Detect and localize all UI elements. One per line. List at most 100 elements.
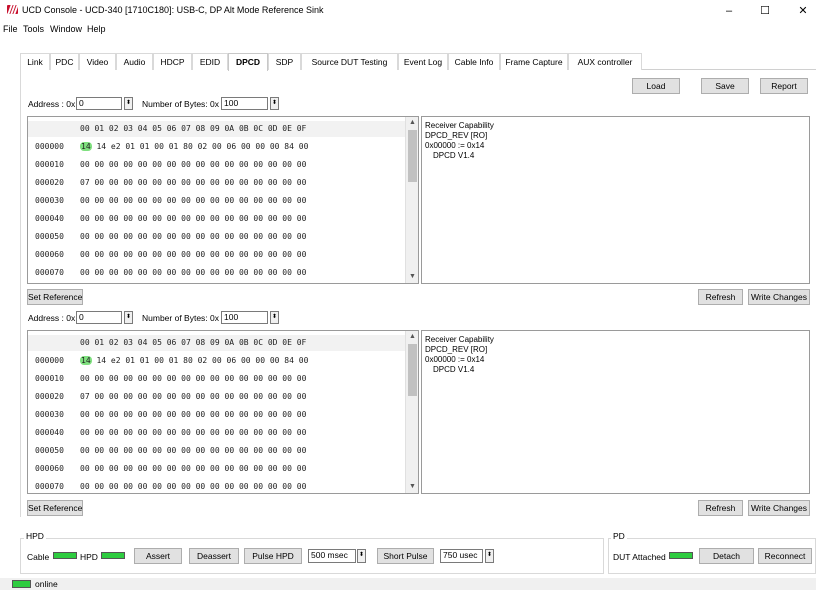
hex-row-bytes: 00 00 00 00 00 00 00 00 00 00 00 00 00 0…: [89, 374, 307, 383]
hex-row-address: 000010: [35, 160, 64, 169]
hex-view[interactable]: 00 01 02 03 04 05 06 07 08 09 0A 0B 0C 0…: [27, 330, 419, 494]
tab-cable-info[interactable]: Cable Info: [448, 53, 500, 70]
online-status-indicator: [12, 580, 31, 588]
hex-row-bytes: 00 00 00 00 00 00 00 00 00 00 00 00 00 0…: [89, 446, 307, 455]
hex-byte[interactable]: 00: [80, 482, 90, 491]
write-changes-button[interactable]: Write Changes: [748, 289, 810, 305]
hex-row-bytes: 00 00 00 00 00 00 00 00 00 00 00 00 00 0…: [89, 160, 307, 169]
save-button[interactable]: Save: [701, 78, 749, 94]
tab-event-log[interactable]: Event Log: [398, 53, 448, 70]
assert-button[interactable]: Assert: [134, 548, 182, 564]
hex-row-bytes: 00 00 00 00 00 00 00 00 00 00 00 00 00 0…: [89, 196, 307, 205]
hex-row-address: 000070: [35, 268, 64, 277]
bytes-input[interactable]: 100: [221, 97, 268, 110]
hex-byte[interactable]: 00: [80, 428, 90, 437]
tab-hdcp[interactable]: HDCP: [153, 53, 192, 70]
menu-tools[interactable]: Tools: [23, 24, 44, 34]
hex-byte[interactable]: 00: [80, 268, 90, 277]
set-reference-button[interactable]: Set Reference: [27, 289, 83, 305]
hex-row-address: 000000: [35, 142, 64, 151]
hex-row-address: 000040: [35, 428, 64, 437]
report-button[interactable]: Report: [760, 78, 808, 94]
bytes-input[interactable]: 100: [221, 311, 268, 324]
maximize-button[interactable]: ☐: [750, 2, 780, 20]
minimize-button[interactable]: –: [714, 2, 744, 20]
hex-view[interactable]: 00 01 02 03 04 05 06 07 08 09 0A 0B 0C 0…: [27, 116, 419, 284]
short-duration-select[interactable]: 750 usec: [440, 549, 483, 563]
hex-row-address: 000070: [35, 482, 64, 491]
pulse-duration-select[interactable]: 500 msec: [308, 549, 356, 563]
hex-row-bytes: 00 00 00 00 00 00 00 00 00 00 00 00 00 0…: [89, 392, 307, 401]
pulse-duration-spinner[interactable]: ⬍: [357, 549, 366, 563]
app-logo-icon: [7, 5, 19, 14]
hex-row-bytes: 14 e2 01 01 00 01 80 02 00 06 00 00 00 8…: [91, 142, 309, 151]
hex-header: 00 01 02 03 04 05 06 07 08 09 0A 0B 0C 0…: [80, 338, 307, 347]
hex-byte[interactable]: 00: [80, 160, 90, 169]
scroll-down-icon[interactable]: ▼: [406, 271, 418, 283]
reconnect-button[interactable]: Reconnect: [758, 548, 812, 564]
address-spinner[interactable]: ⬍: [124, 311, 133, 324]
short-duration-spinner[interactable]: ⬍: [485, 549, 494, 563]
tab-source-dut-testing[interactable]: Source DUT Testing: [301, 53, 398, 70]
refresh-button[interactable]: Refresh: [698, 289, 743, 305]
info-line: DPCD V1.4: [433, 151, 475, 160]
tab-video[interactable]: Video: [79, 53, 116, 70]
tab-link[interactable]: Link: [20, 53, 50, 70]
hex-selected-byte[interactable]: 14: [80, 142, 92, 151]
hex-row-address: 000050: [35, 446, 64, 455]
hex-byte[interactable]: 07: [80, 392, 90, 401]
hpd-status-indicator: [101, 552, 125, 559]
menu-bar: File Tools Window Help: [0, 21, 816, 37]
hex-byte[interactable]: 00: [80, 196, 90, 205]
hex-row-address: 000040: [35, 214, 64, 223]
address-input[interactable]: 0: [76, 97, 122, 110]
tab-edid[interactable]: EDID: [192, 53, 228, 70]
pulse-hpd-button[interactable]: Pulse HPD: [244, 548, 302, 564]
short-pulse-button[interactable]: Short Pulse: [377, 548, 434, 564]
load-button[interactable]: Load: [632, 78, 680, 94]
hex-row-address: 000050: [35, 232, 64, 241]
deassert-button[interactable]: Deassert: [189, 548, 239, 564]
hex-byte[interactable]: 00: [80, 232, 90, 241]
hex-row-bytes: 00 00 00 00 00 00 00 00 00 00 00 00 00 0…: [89, 268, 307, 277]
hex-byte[interactable]: 00: [80, 374, 90, 383]
hex-selected-byte[interactable]: 14: [80, 356, 92, 365]
menu-file[interactable]: File: [3, 24, 18, 34]
write-changes-button[interactable]: Write Changes: [748, 500, 810, 516]
hex-byte[interactable]: 07: [80, 178, 90, 187]
menu-help[interactable]: Help: [87, 24, 106, 34]
scroll-thumb[interactable]: [408, 130, 417, 182]
refresh-button[interactable]: Refresh: [698, 500, 743, 516]
hex-byte[interactable]: 00: [80, 464, 90, 473]
scroll-up-icon[interactable]: ▲: [406, 331, 418, 343]
close-button[interactable]: ✕: [788, 2, 816, 20]
hex-row-bytes: 00 00 00 00 00 00 00 00 00 00 00 00 00 0…: [89, 482, 307, 491]
tab-aux-controller[interactable]: AUX controller: [568, 53, 642, 70]
scroll-down-icon[interactable]: ▼: [406, 481, 418, 493]
bytes-spinner[interactable]: ⬍: [270, 97, 279, 110]
menu-window[interactable]: Window: [50, 24, 82, 34]
scroll-thumb[interactable]: [408, 344, 417, 396]
title-bar: UCD Console - UCD-340 [1710C180]: USB-C,…: [0, 0, 816, 22]
tab-frame-capture[interactable]: Frame Capture: [500, 53, 568, 70]
set-reference-button[interactable]: Set Reference: [27, 500, 83, 516]
hex-row-address: 000030: [35, 410, 64, 419]
window-title: UCD Console - UCD-340 [1710C180]: USB-C,…: [22, 5, 324, 15]
hex-byte[interactable]: 00: [80, 446, 90, 455]
hex-byte[interactable]: 00: [80, 250, 90, 259]
register-info-panel: Receiver Capability DPCD_REV [RO] 0x0000…: [421, 330, 810, 494]
hex-byte[interactable]: 00: [80, 410, 90, 419]
hex-scrollbar[interactable]: ▲ ▼: [405, 117, 418, 283]
pd-group-title: PD: [611, 531, 627, 541]
detach-button[interactable]: Detach: [699, 548, 754, 564]
address-input[interactable]: 0: [76, 311, 122, 324]
bytes-spinner[interactable]: ⬍: [270, 311, 279, 324]
tab-sdp[interactable]: SDP: [268, 53, 301, 70]
tab-audio[interactable]: Audio: [116, 53, 153, 70]
hex-byte[interactable]: 00: [80, 214, 90, 223]
info-line: 0x00000 := 0x14: [425, 355, 485, 364]
tab-pdc[interactable]: PDC: [50, 53, 79, 70]
hex-scrollbar[interactable]: ▲ ▼: [405, 331, 418, 493]
address-spinner[interactable]: ⬍: [124, 97, 133, 110]
scroll-up-icon[interactable]: ▲: [406, 117, 418, 129]
